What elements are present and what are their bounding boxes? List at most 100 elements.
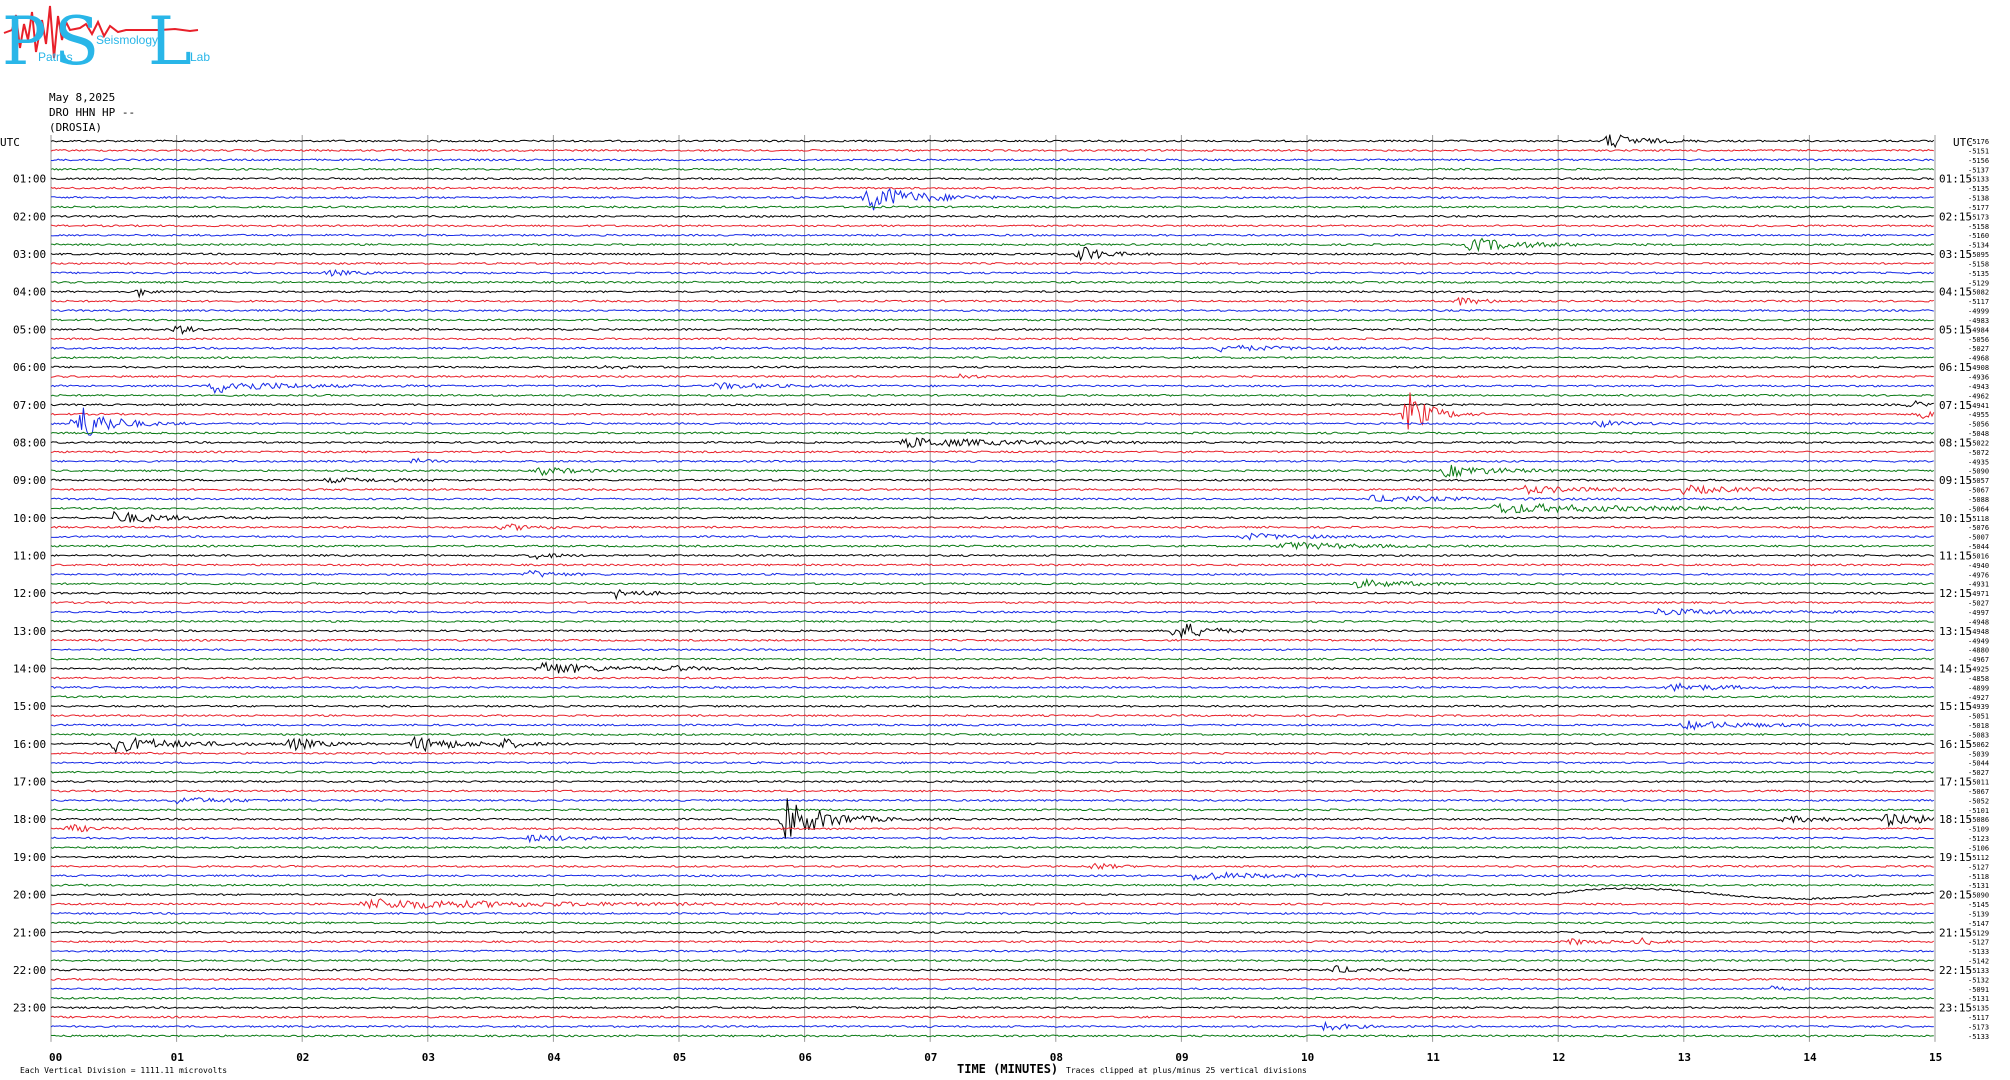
x-tick-label: 04 [547, 1051, 561, 1064]
row-offset-label: -5147 [1968, 920, 1989, 928]
x-tick-label: 12 [1552, 1051, 1565, 1064]
trace-row-21 [50, 337, 1934, 341]
trace-row-82 [50, 911, 1934, 915]
row-offset-label: -5056 [1968, 336, 1989, 344]
trace-row-20 [50, 325, 1935, 335]
row-offset-label: -5106 [1968, 845, 1989, 853]
row-offset-label: -5016 [1968, 552, 1989, 560]
row-offset-label: -5131 [1968, 995, 1989, 1003]
trace-row-78 [50, 871, 1934, 882]
trace-row-24 [50, 364, 1934, 370]
row-offset-label: -5052 [1968, 797, 1989, 805]
row-offset-label: -5176 [1968, 138, 1989, 146]
trace-row-91 [51, 996, 1934, 1000]
trace-row-56 [50, 661, 1934, 674]
trace-row-94 [50, 1020, 1934, 1032]
row-offset-label: -5027 [1968, 345, 1989, 353]
left-hour-label: 07:00 [13, 399, 46, 412]
trace-row-76 [50, 855, 1934, 859]
logo-word-patras: Patras [38, 50, 73, 64]
trace-row-16 [50, 287, 1934, 299]
trace-row-86 [50, 949, 1935, 953]
row-offset-label: -5135 [1968, 185, 1989, 193]
x-tick-label: 06 [799, 1051, 813, 1064]
left-hour-labels: 01:00 02:00 03:00 04:00 05:00 06:00 07:00 08:00… [13, 173, 46, 1015]
trace-row-45 [50, 563, 1935, 567]
trace-row-5 [50, 186, 1934, 190]
row-offset-label: -4997 [1968, 609, 1989, 617]
row-offset-label: -5072 [1968, 449, 1989, 457]
left-hour-label: 05:00 [13, 323, 46, 336]
row-offset-label: -5173 [1968, 213, 1989, 221]
left-hour-label: 03:00 [13, 248, 46, 261]
row-offset-label: -5160 [1968, 232, 1989, 240]
trace-row-29 [50, 392, 1935, 430]
scale-note: Each Vertical Division = 1111.11 microvo… [20, 1066, 227, 1075]
trace-row-19 [50, 318, 1934, 322]
row-offset-label: -5007 [1968, 534, 1989, 542]
row-offset-label: -5145 [1968, 901, 1989, 909]
trace-row-25 [50, 373, 1934, 379]
trace-row-81 [50, 898, 1935, 910]
row-offset-label: -5044 [1968, 760, 1989, 768]
row-offset-label: -5076 [1968, 524, 1989, 532]
trace-row-32 [50, 437, 1935, 449]
row-offset-label: -5135 [1968, 1005, 1989, 1013]
row-offset-label: -5018 [1968, 722, 1989, 730]
trace-row-62 [50, 720, 1934, 731]
trace-row-43 [50, 541, 1934, 551]
row-offset-label: -5090 [1968, 892, 1989, 900]
trace-row-60 [50, 704, 1935, 708]
row-offset-label: -5133 [1968, 176, 1989, 184]
header-location: (DROSIA) [49, 121, 102, 134]
trace-row-93 [50, 1015, 1934, 1019]
left-hour-label: 16:00 [13, 738, 46, 751]
left-hour-label: 19:00 [13, 851, 46, 864]
trace-row-23 [50, 356, 1935, 360]
trace-row-77 [50, 862, 1934, 870]
trace-row-13 [50, 261, 1934, 266]
row-offset-label: -5057 [1968, 477, 1989, 485]
row-offset-label: -4976 [1968, 571, 1989, 579]
row-offset-label: -4967 [1968, 656, 1989, 664]
left-hour-label: 21:00 [13, 926, 46, 939]
trace-row-73 [50, 824, 1934, 833]
row-offset-label: -4925 [1968, 666, 1989, 674]
row-offset-label: -5056 [1968, 421, 1989, 429]
row-offset-label: -4931 [1968, 581, 1989, 589]
row-offset-label: -4927 [1968, 694, 1989, 702]
x-axis-title: TIME (MINUTES) [957, 1062, 1058, 1076]
row-offset-label: -5117 [1968, 298, 1989, 306]
trace-row-80 [50, 887, 1935, 901]
trace-row-44 [50, 553, 1935, 561]
row-offset-label: -4880 [1968, 647, 1989, 655]
row-offset-label: -5133 [1968, 1033, 1989, 1041]
trace-row-26 [50, 382, 1935, 395]
trace-row-30 [50, 407, 1934, 436]
trace-row-69 [50, 789, 1934, 793]
trace-row-46 [50, 569, 1934, 578]
row-offset-label: -5129 [1968, 929, 1989, 937]
left-hour-label: 20:00 [13, 889, 46, 902]
row-offset-label: -4962 [1968, 392, 1989, 400]
trace-row-64 [50, 735, 1934, 754]
logo-word-lab: Lab [190, 50, 210, 64]
row-offset-label: -5112 [1968, 854, 1989, 862]
row-offset-label: -5118 [1968, 515, 1989, 523]
trace-row-22 [50, 344, 1935, 353]
row-offset-label: -4984 [1968, 326, 1989, 334]
row-offset-label: -4935 [1968, 458, 1989, 466]
x-tick-label: 00 [49, 1051, 62, 1064]
row-offset-label: -4941 [1968, 402, 1989, 410]
trace-row-92 [50, 1006, 1934, 1010]
row-offset-label: -5129 [1968, 279, 1989, 287]
trace-row-67 [50, 770, 1935, 774]
trace-row-3 [50, 167, 1935, 171]
x-tick-label: 03 [422, 1051, 435, 1064]
trace-row-71 [50, 808, 1935, 812]
row-offset-label: -5027 [1968, 769, 1989, 777]
trace-row-61 [50, 714, 1934, 718]
trace-row-84 [50, 930, 1935, 934]
row-offset-labels: -5176-5151-5156-5137-5133-5135-5138-5177… [1968, 138, 1989, 1041]
trace-row-95 [50, 1034, 1934, 1038]
